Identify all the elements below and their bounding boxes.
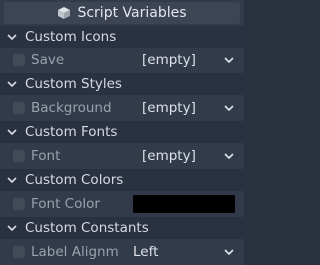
dropdown-arrow-icon[interactable]	[224, 55, 234, 65]
property-label: Background	[31, 100, 112, 116]
override-checkbox[interactable]	[13, 54, 25, 66]
panel-title: Script Variables	[77, 5, 187, 21]
override-checkbox[interactable]	[13, 150, 25, 162]
section-header-label: Custom Fonts	[25, 124, 118, 140]
chevron-down-icon	[6, 176, 18, 184]
script-variables-title[interactable]: Script Variables	[4, 2, 240, 24]
section-custom-constants[interactable]: Custom Constants	[0, 217, 244, 239]
section-header-label: Custom Constants	[25, 220, 149, 236]
chevron-down-icon	[6, 80, 18, 88]
chevron-down-icon	[6, 224, 18, 232]
override-checkbox[interactable]	[13, 198, 25, 210]
property-label: Label Alignm	[31, 244, 119, 260]
override-checkbox[interactable]	[13, 246, 25, 258]
resource-value[interactable]: [empty]	[142, 100, 196, 116]
dropdown-arrow-icon[interactable]	[224, 247, 234, 257]
property-label: Font	[31, 148, 61, 164]
property-row-background: Background [empty]	[0, 97, 244, 119]
section-header-label: Custom Icons	[25, 29, 117, 45]
inspector-panel: Script Variables Custom Icons Save [empt…	[0, 0, 244, 265]
chevron-down-icon	[6, 128, 18, 136]
property-row-label-alignment: Label Alignm Left	[0, 241, 244, 263]
dropdown-arrow-icon[interactable]	[224, 151, 234, 161]
property-label: Save	[31, 52, 65, 68]
property-row-save: Save [empty]	[0, 49, 244, 71]
enum-value[interactable]: Left	[133, 244, 158, 260]
section-custom-fonts[interactable]: Custom Fonts	[0, 121, 244, 143]
section-header-label: Custom Styles	[25, 76, 122, 92]
resource-value[interactable]: [empty]	[142, 52, 196, 68]
property-row-font: Font [empty]	[0, 145, 244, 167]
color-picker-swatch[interactable]	[133, 195, 235, 213]
section-custom-styles[interactable]: Custom Styles	[0, 73, 244, 95]
section-header-label: Custom Colors	[25, 172, 124, 188]
section-custom-colors[interactable]: Custom Colors	[0, 169, 244, 191]
resource-value[interactable]: [empty]	[142, 148, 196, 164]
chevron-down-icon	[6, 33, 18, 41]
override-checkbox[interactable]	[13, 102, 25, 114]
cube-icon	[57, 6, 71, 20]
property-label: Font Color	[31, 196, 100, 212]
section-custom-icons[interactable]: Custom Icons	[0, 26, 244, 48]
dropdown-arrow-icon[interactable]	[224, 103, 234, 113]
property-row-font-color: Font Color	[0, 193, 244, 215]
